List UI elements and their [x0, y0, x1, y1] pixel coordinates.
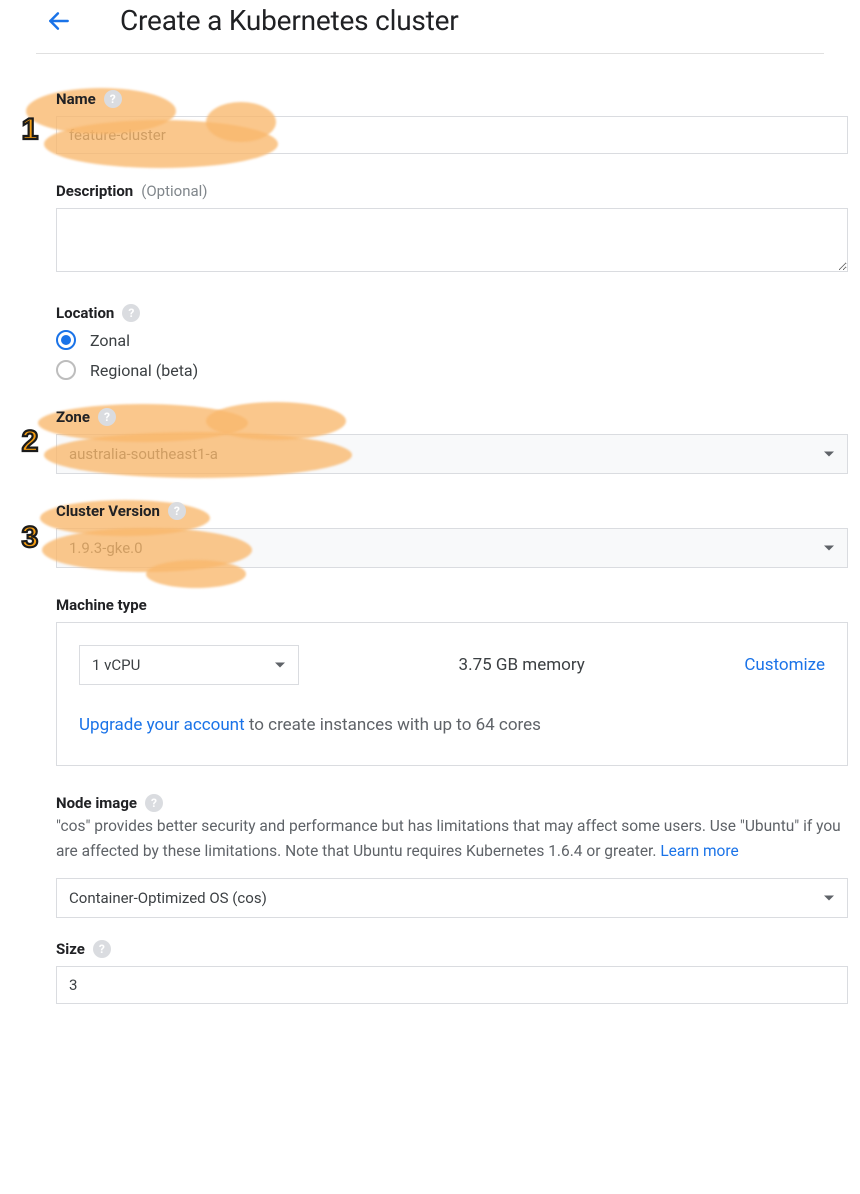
form-area: 1 Name ? Description (Optional) Location… — [0, 66, 860, 1004]
callout-number-2: 2 — [10, 422, 50, 462]
field-zone: 2 Zone ? australia-southeast1-a — [56, 408, 848, 474]
cluster-version-label: Cluster Version — [56, 502, 160, 520]
field-size: Size ? — [56, 940, 848, 1004]
learn-more-link[interactable]: Learn more — [660, 842, 738, 860]
zone-label: Zone — [56, 408, 90, 426]
zone-value: australia-southeast1-a — [69, 445, 218, 463]
field-node-image: Node image ? "cos" provides better secur… — [56, 794, 848, 918]
size-label: Size — [56, 940, 85, 958]
help-icon[interactable]: ? — [122, 304, 140, 322]
cluster-version-value: 1.9.3-gke.0 — [69, 539, 143, 557]
upgrade-row: Upgrade your account to create instances… — [79, 715, 825, 735]
upgrade-rest-text: to create instances with up to 64 cores — [245, 715, 541, 735]
zone-select[interactable]: australia-southeast1-a — [56, 434, 848, 474]
radio-circle-icon — [56, 360, 76, 380]
help-icon[interactable]: ? — [98, 408, 116, 426]
radio-regional-label: Regional (beta) — [90, 361, 198, 380]
field-cluster-version: 3 Cluster Version ? 1.9.3-gke.0 — [56, 502, 848, 568]
radio-zonal-label: Zonal — [90, 331, 130, 350]
node-image-label: Node image — [56, 794, 137, 812]
name-label: Name — [56, 90, 96, 108]
field-description: Description (Optional) — [56, 182, 848, 276]
vcpu-select[interactable]: 1 vCPU — [79, 645, 299, 685]
description-textarea[interactable] — [56, 208, 848, 272]
callout-number-3: 3 — [10, 518, 50, 558]
page-header: Create a Kubernetes cluster — [0, 0, 860, 53]
node-image-description: "cos" provides better security and perfo… — [56, 814, 848, 864]
help-icon[interactable]: ? — [104, 90, 122, 108]
field-machine-type: Machine type 1 vCPU 3.75 GB memory Custo… — [56, 596, 848, 766]
callout-number-1: 1 — [10, 110, 50, 150]
machine-type-box: 1 vCPU 3.75 GB memory Customize Upgrade … — [56, 622, 848, 766]
page-title: Create a Kubernetes cluster — [120, 4, 459, 37]
location-label: Location — [56, 304, 114, 322]
name-input[interactable] — [56, 116, 848, 154]
description-optional: (Optional) — [141, 182, 207, 200]
radio-regional[interactable]: Regional (beta) — [56, 360, 848, 380]
vcpu-value: 1 vCPU — [92, 656, 140, 674]
machine-type-label: Machine type — [56, 596, 147, 614]
node-image-select[interactable]: Container-Optimized OS (cos) — [56, 878, 848, 918]
back-arrow-icon[interactable] — [46, 8, 72, 34]
upgrade-account-link[interactable]: Upgrade your account — [79, 715, 245, 735]
help-icon[interactable]: ? — [168, 502, 186, 520]
radio-zonal[interactable]: Zonal — [56, 330, 848, 350]
help-icon[interactable]: ? — [145, 794, 163, 812]
size-input[interactable] — [56, 966, 848, 1004]
help-icon[interactable]: ? — [93, 940, 111, 958]
node-image-value: Container-Optimized OS (cos) — [69, 889, 267, 907]
header-divider — [36, 53, 824, 54]
memory-text: 3.75 GB memory — [299, 655, 744, 675]
radio-circle-icon — [56, 330, 76, 350]
cluster-version-select[interactable]: 1.9.3-gke.0 — [56, 528, 848, 568]
field-location: Location ? Zonal Regional (beta) — [56, 304, 848, 380]
customize-link[interactable]: Customize — [744, 655, 825, 675]
description-label: Description — [56, 182, 133, 200]
field-name: 1 Name ? — [56, 90, 848, 154]
